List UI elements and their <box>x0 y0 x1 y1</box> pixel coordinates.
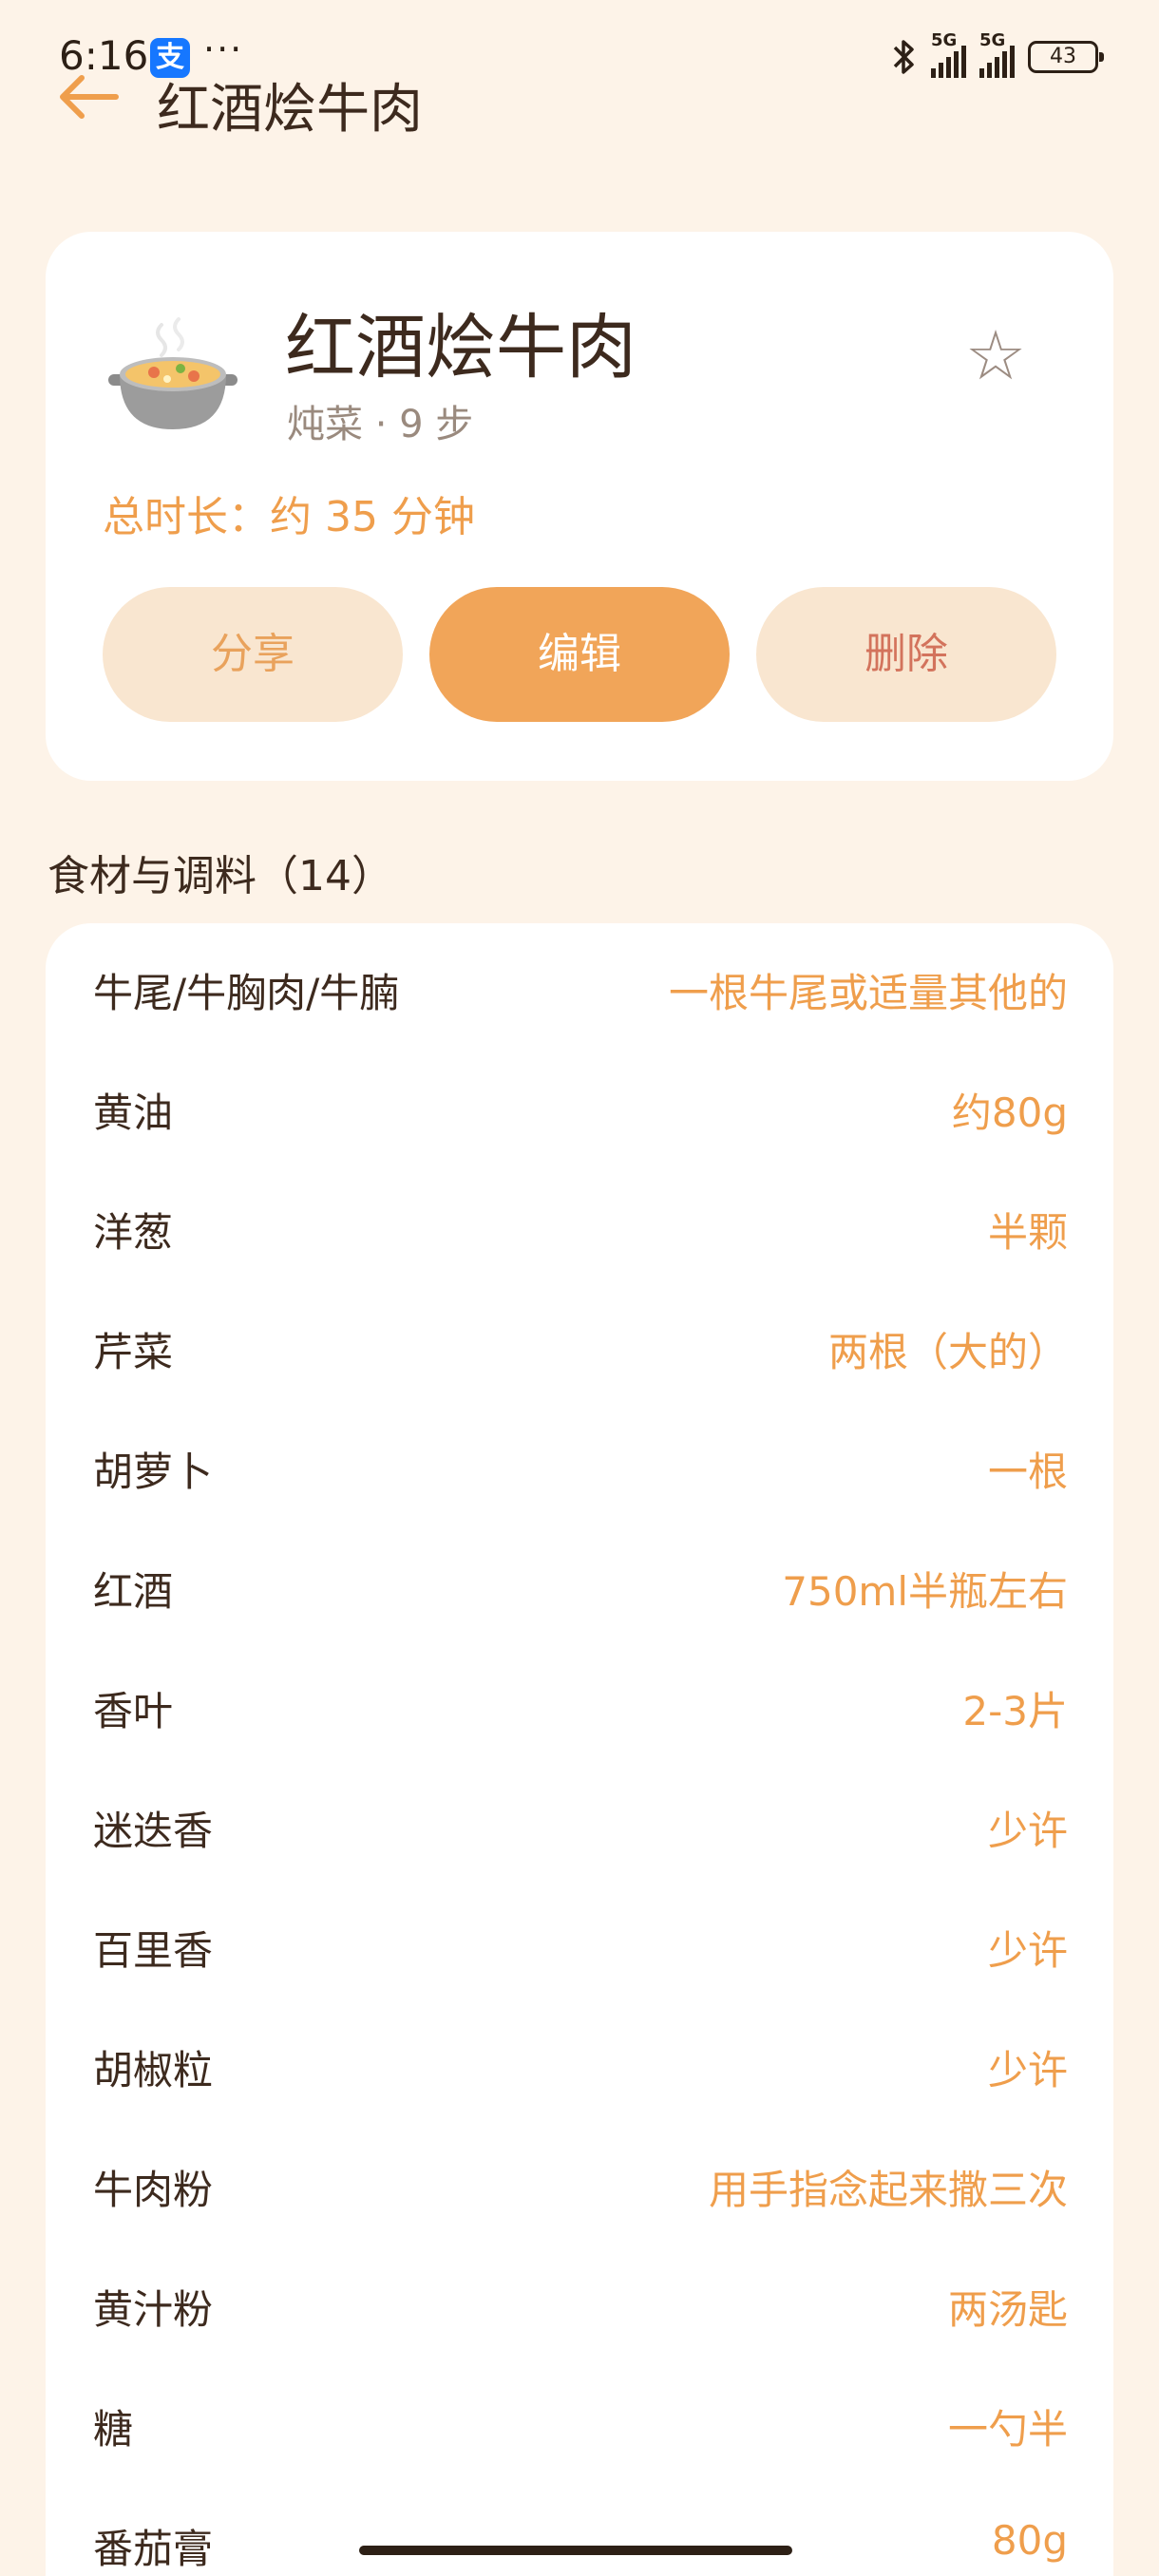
ingredient-row: 糖 一勺半 <box>46 2373 1113 2492</box>
ingredient-name: 胡椒粒 <box>93 2047 214 2093</box>
ingredient-amount: 一根牛尾或适量其他的 <box>668 970 1068 1016</box>
ingredient-row: 胡椒粒 少许 <box>46 2014 1113 2133</box>
recipe-name: 红酒烩牛肉 <box>285 307 636 388</box>
recipe-summary-card: 红酒烩牛肉 炖菜 · 9 步 ☆ 总时长：约 35 分钟 分享 编辑 删除 <box>46 232 1113 781</box>
battery-icon: 43 <box>1028 41 1104 73</box>
ingredient-name: 牛尾/牛胸肉/牛腩 <box>93 970 400 1016</box>
ingredient-name: 芹菜 <box>93 1329 174 1375</box>
ingredient-row: 迷迭香 少许 <box>46 1774 1113 1894</box>
ingredient-amount: 用手指念起来撒三次 <box>708 2167 1068 2213</box>
arrow-left-icon <box>60 75 119 119</box>
page-title: 红酒烩牛肉 <box>157 79 423 141</box>
back-button[interactable] <box>53 68 122 125</box>
ingredient-row: 胡萝卜 一根 <box>46 1415 1113 1535</box>
ingredients-list: 牛尾/牛胸肉/牛腩 一根牛尾或适量其他的 黄油 约80g 洋葱 半颗 芹菜 两根… <box>46 923 1113 2576</box>
ingredient-name: 番茄膏 <box>93 2526 214 2572</box>
ingredient-name: 黄汁粉 <box>93 2286 214 2333</box>
more-notifications-icon: ··· <box>203 28 244 70</box>
ingredients-section-title: 食材与调料（14） <box>48 852 393 900</box>
ingredient-amount: 一根 <box>987 1449 1068 1495</box>
ingredient-amount: 少许 <box>987 1927 1068 1974</box>
ingredient-amount: 2-3片 <box>962 1688 1068 1734</box>
ingredient-name: 红酒 <box>93 1568 174 1615</box>
ingredient-row: 百里香 少许 <box>46 1894 1113 2014</box>
cooking-pot-icon <box>108 317 238 429</box>
ingredient-row: 牛尾/牛胸肉/牛腩 一根牛尾或适量其他的 <box>46 937 1113 1056</box>
ingredient-name: 糖 <box>93 2406 134 2453</box>
delete-button[interactable]: 删除 <box>756 587 1056 722</box>
ingredient-amount: 两根（大的） <box>827 1329 1068 1375</box>
ingredient-amount: 半颗 <box>987 1209 1068 1256</box>
ingredient-row: 番茄膏 80g <box>46 2492 1113 2576</box>
ingredient-name: 迷迭香 <box>93 1808 214 1854</box>
ingredient-row: 洋葱 半颗 <box>46 1176 1113 1296</box>
network-type-label-2: 5G <box>979 30 1006 50</box>
total-time-label: 总时长：约 35 分钟 <box>103 493 475 541</box>
ingredient-amount: 约80g <box>951 1089 1068 1136</box>
ingredient-name: 胡萝卜 <box>93 1449 214 1495</box>
ingredient-amount: 少许 <box>987 1808 1068 1854</box>
ingredient-name: 香叶 <box>93 1688 174 1734</box>
status-indicators: 5G 5G 43 <box>889 30 1104 80</box>
ingredient-row: 香叶 2-3片 <box>46 1655 1113 1774</box>
ingredient-name: 百里香 <box>93 1927 214 1974</box>
ingredient-amount: 80g <box>991 2517 1068 2564</box>
ingredient-row: 红酒 750ml半瓶左右 <box>46 1535 1113 1655</box>
ingredient-row: 牛肉粉 用手指念起来撒三次 <box>46 2133 1113 2253</box>
favorite-star-button[interactable]: ☆ <box>958 317 1034 393</box>
bluetooth-icon <box>893 40 914 74</box>
signal-strength-icon: 5G <box>931 30 966 78</box>
ingredient-amount: 一勺半 <box>947 2406 1068 2453</box>
network-type-label: 5G <box>931 30 958 50</box>
signal-strength-icon-2: 5G <box>979 30 1015 78</box>
ingredient-amount: 两汤匙 <box>947 2286 1068 2333</box>
ingredient-row: 黄油 约80g <box>46 1056 1113 1176</box>
ingredient-name: 洋葱 <box>93 1209 174 1256</box>
ingredient-row: 黄汁粉 两汤匙 <box>46 2253 1113 2373</box>
ingredient-amount: 少许 <box>987 2047 1068 2093</box>
ingredient-amount: 750ml半瓶左右 <box>782 1568 1068 1615</box>
ingredient-name: 黄油 <box>93 1089 174 1136</box>
share-button[interactable]: 分享 <box>103 587 403 722</box>
ingredient-row: 芹菜 两根（大的） <box>46 1296 1113 1415</box>
recipe-meta: 炖菜 · 9 步 <box>287 403 474 446</box>
ingredient-name: 牛肉粉 <box>93 2167 214 2213</box>
edit-button[interactable]: 编辑 <box>429 587 730 722</box>
home-indicator-bar[interactable] <box>359 2546 792 2555</box>
